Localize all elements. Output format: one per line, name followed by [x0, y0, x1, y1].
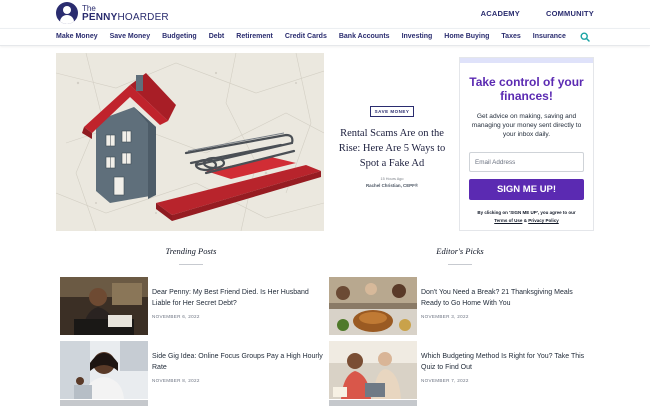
list-item[interactable]: Dear Penny: My Best Friend Died. Is Her …: [60, 277, 330, 335]
terms-link[interactable]: Terms of Use: [494, 218, 522, 223]
academy-link[interactable]: ACADEMY: [481, 9, 520, 18]
search-icon[interactable]: [580, 32, 590, 42]
post-date: NOVEMBER 7, 2022: [421, 378, 469, 383]
house-mousetrap-illustration: [56, 53, 324, 231]
nav-investing[interactable]: Investing: [402, 33, 433, 40]
post-date: NOVEMBER 6, 2022: [152, 314, 200, 319]
email-input[interactable]: [469, 152, 584, 172]
hero-image[interactable]: [56, 53, 324, 231]
top-links: ACADEMY COMMUNITY: [481, 9, 594, 18]
nav-debt[interactable]: Debt: [209, 33, 225, 40]
signup-top-strip: [460, 58, 593, 63]
site-logo[interactable]: The PENNYHOARDER: [56, 2, 169, 24]
post-title[interactable]: Don't You Need a Break? 21 Thanksgiving …: [421, 288, 593, 309]
hero-timestamp: 15 Hours Ago: [380, 177, 404, 181]
nav-taxes[interactable]: Taxes: [501, 33, 520, 40]
logo-person-icon: [56, 2, 78, 24]
trending-divider: [179, 264, 203, 265]
post-thumbnail[interactable]: [60, 277, 148, 335]
post-date: NOVEMBER 3, 2022: [421, 314, 469, 319]
post-thumbnail-partial[interactable]: [60, 400, 148, 406]
hero-title[interactable]: Rental Scams Are on the Rise: Here Are 5…: [332, 126, 452, 171]
trending-heading: Trending Posts: [165, 246, 217, 256]
sign-me-up-button[interactable]: SIGN ME UP!: [469, 179, 584, 200]
post-title[interactable]: Which Budgeting Method Is Right for You?…: [421, 352, 593, 373]
list-item[interactable]: Don't You Need a Break? 21 Thanksgiving …: [329, 277, 599, 335]
post-date: NOVEMBER 8, 2022: [152, 378, 200, 383]
legal-and: &: [523, 218, 527, 223]
signup-title: Take control of your finances!: [469, 75, 584, 103]
nav-budgeting[interactable]: Budgeting: [162, 33, 197, 40]
post-thumbnail-partial[interactable]: [329, 400, 417, 406]
logo-hoarder: HOARDER: [117, 12, 169, 23]
signup-description: Get advice on making, saving and managin…: [471, 113, 582, 139]
nav-make-money[interactable]: Make Money: [56, 33, 98, 40]
nav-retirement[interactable]: Retirement: [236, 33, 273, 40]
post-title[interactable]: Side Gig Idea: Online Focus Groups Pay a…: [152, 352, 324, 373]
main-nav: Make Money Save Money Budgeting Debt Ret…: [0, 28, 650, 46]
nav-bank-accounts[interactable]: Bank Accounts: [339, 33, 390, 40]
nav-home-buying[interactable]: Home Buying: [444, 33, 489, 40]
logo-wordmark: The PENNYHOARDER: [82, 4, 169, 23]
community-link[interactable]: COMMUNITY: [546, 9, 594, 18]
post-thumbnail[interactable]: [60, 341, 148, 399]
editors-heading: Editor's Picks: [436, 246, 484, 256]
hero-author[interactable]: Rachel Christian, CEPF®: [332, 183, 452, 188]
post-title[interactable]: Dear Penny: My Best Friend Died. Is Her …: [152, 288, 324, 309]
category-tag[interactable]: SAVE MONEY: [369, 106, 415, 117]
newsletter-signup: Take control of your finances! Get advic…: [459, 57, 594, 231]
logo-penny: PENNY: [82, 12, 118, 23]
nav-insurance[interactable]: Insurance: [533, 33, 566, 40]
nav-credit-cards[interactable]: Credit Cards: [285, 33, 327, 40]
privacy-link[interactable]: Privacy Policy: [528, 218, 559, 223]
post-thumbnail[interactable]: [329, 341, 417, 399]
list-item[interactable]: Which Budgeting Method Is Right for You?…: [329, 341, 599, 399]
post-thumbnail[interactable]: [329, 277, 417, 335]
signup-legal: By clicking on 'SIGN ME UP', you agree t…: [464, 209, 589, 225]
top-bar: The PENNYHOARDER ACADEMY COMMUNITY: [0, 0, 650, 28]
legal-text: By clicking on 'SIGN ME UP', you agree t…: [477, 210, 576, 215]
hero-article: SAVE MONEY Rental Scams Are on the Rise:…: [332, 100, 452, 188]
nav-save-money[interactable]: Save Money: [110, 33, 150, 40]
editors-divider: [448, 264, 472, 265]
list-item[interactable]: Side Gig Idea: Online Focus Groups Pay a…: [60, 341, 330, 399]
